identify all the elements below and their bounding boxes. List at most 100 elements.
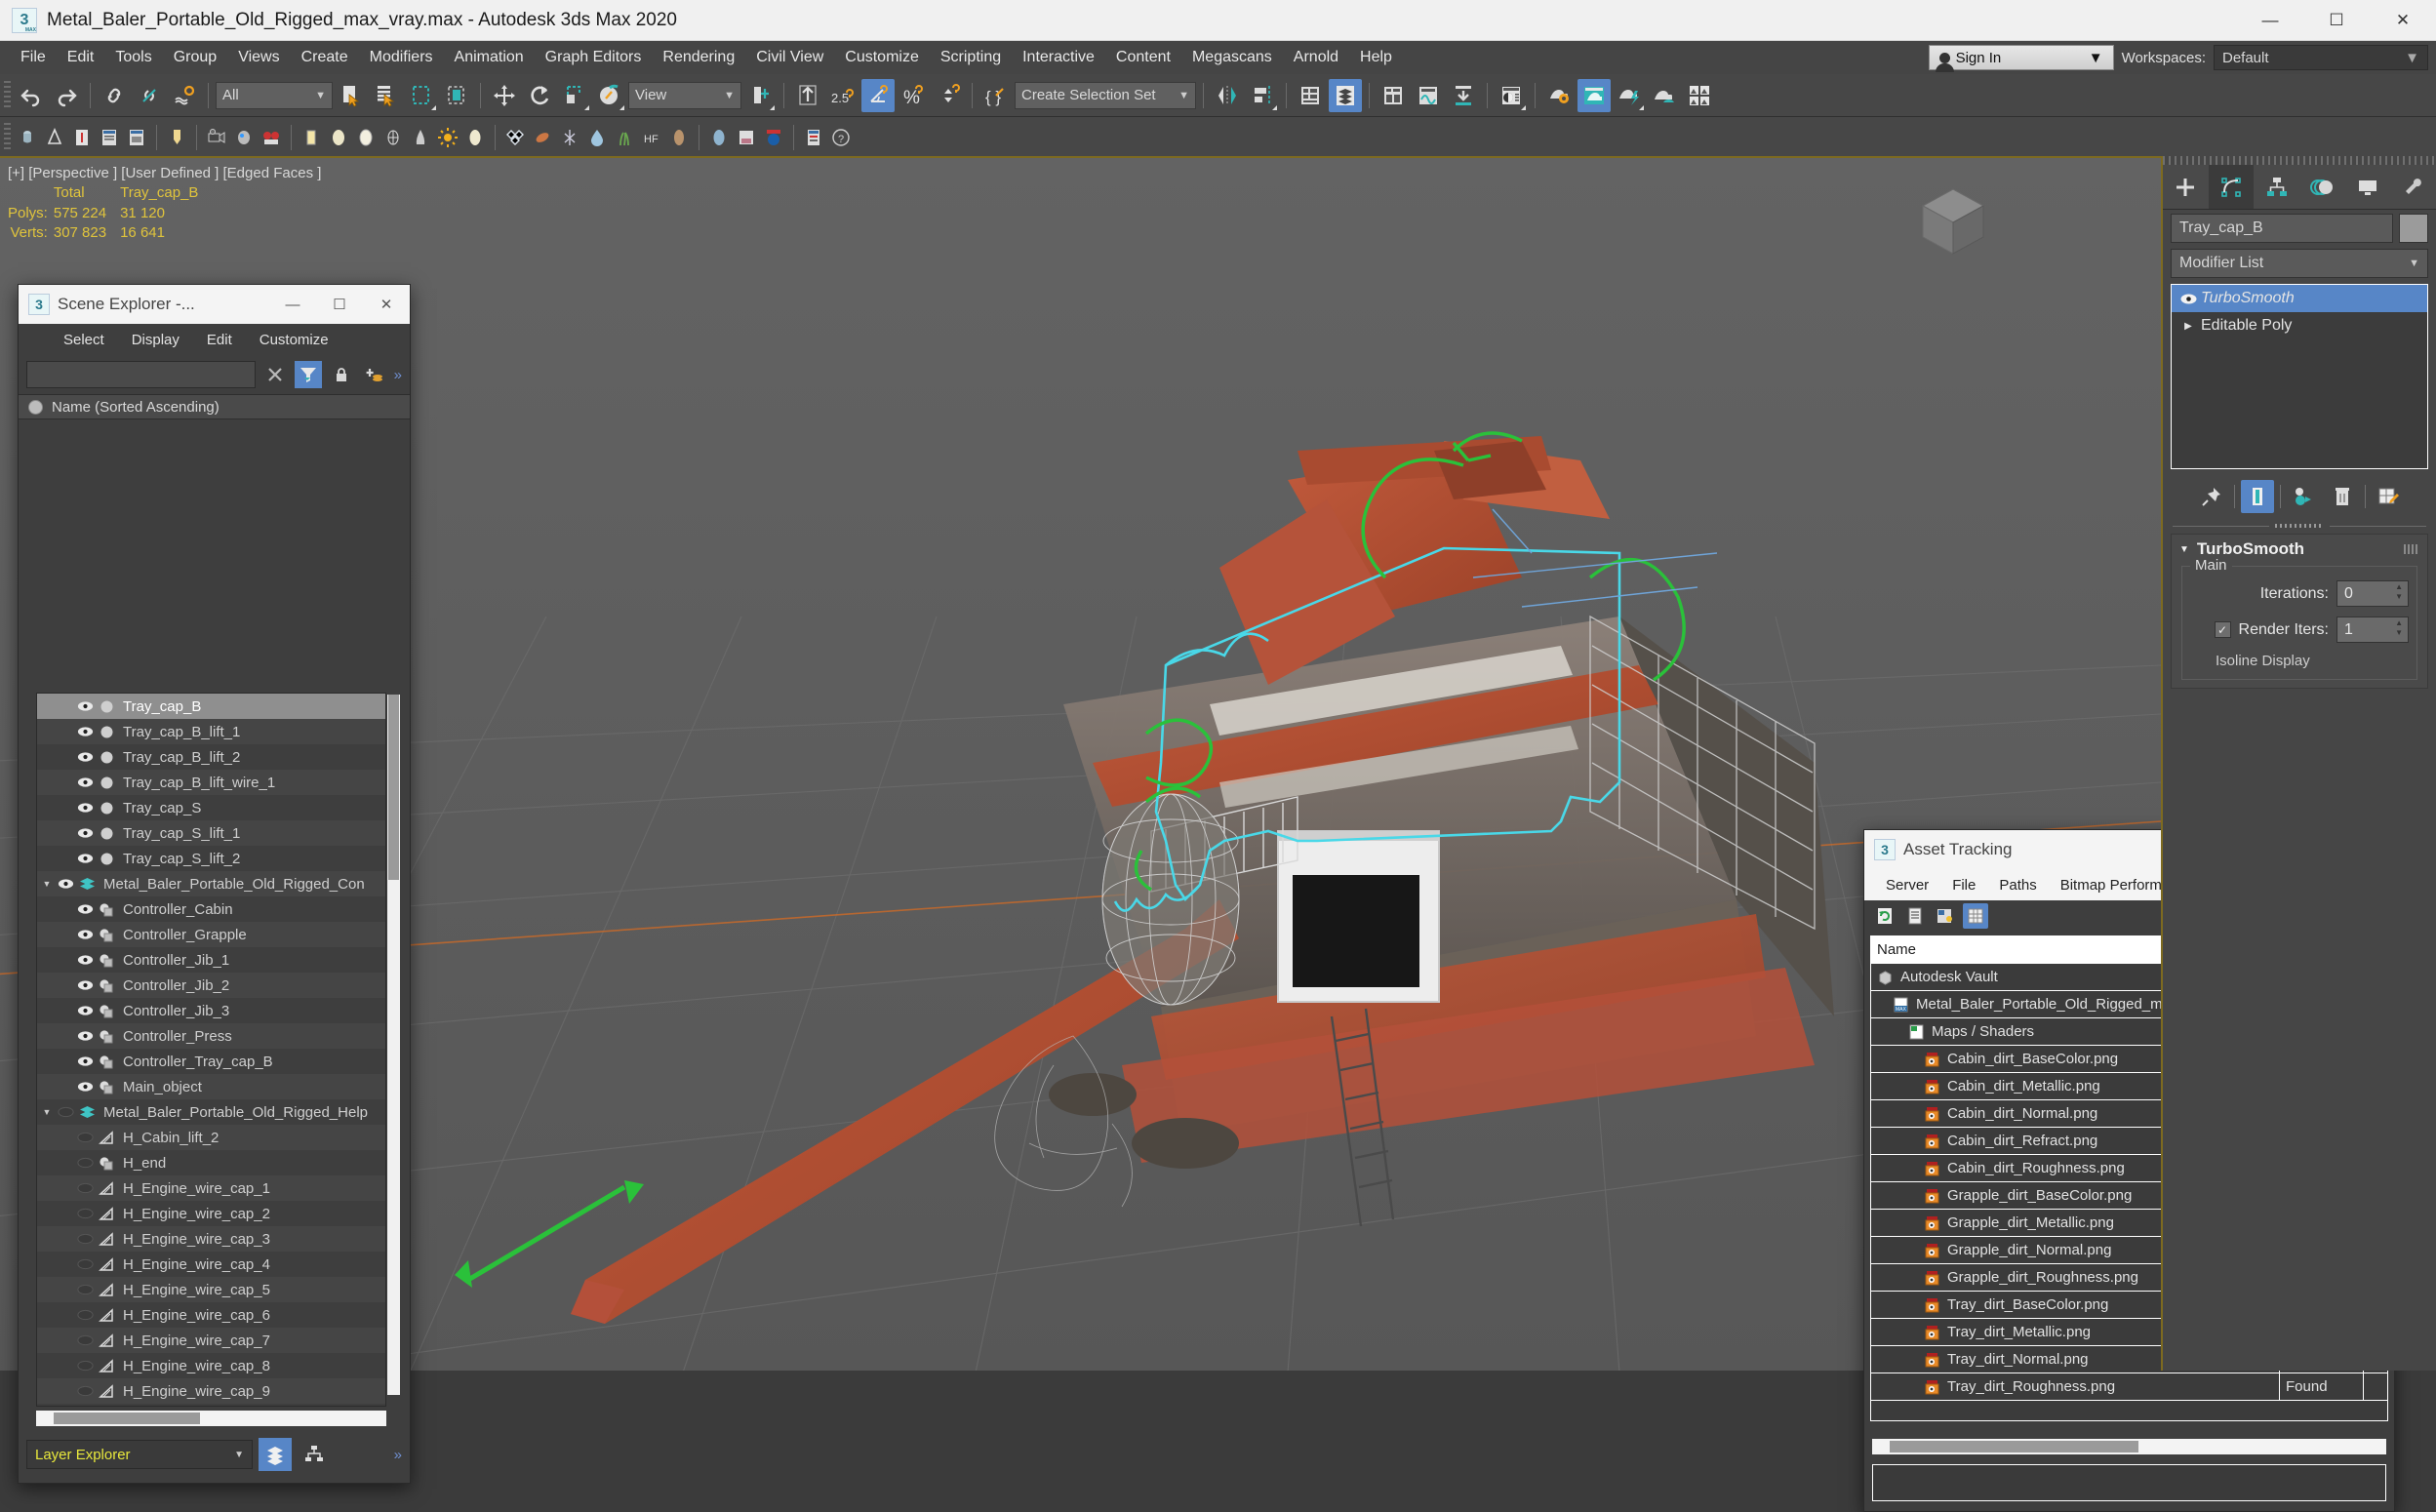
toolbar-grip[interactable] [4, 81, 11, 110]
filter-icon[interactable] [295, 361, 322, 388]
water-icon[interactable] [584, 125, 610, 150]
nurbs-objects-icon[interactable] [124, 125, 149, 150]
object-color-swatch[interactable] [2399, 214, 2428, 243]
percent-snap-toggle-icon[interactable]: % [897, 79, 930, 112]
megascans-browser-icon[interactable] [801, 125, 826, 150]
menu-views[interactable]: Views [227, 45, 290, 70]
visibility-toggle-icon[interactable] [74, 1208, 96, 1219]
scene-explorer-list[interactable]: Tray_cap_BTray_cap_B_lift_1Tray_cap_B_li… [36, 693, 386, 1407]
render-activeshade-icon[interactable] [1648, 79, 1681, 112]
se-menu-display[interactable]: Display [120, 330, 191, 350]
menu-scripting[interactable]: Scripting [930, 45, 1012, 70]
visibility-toggle-icon[interactable] [74, 1055, 96, 1067]
modifier-stack[interactable]: TurboSmooth ▶ Editable Poly [2171, 284, 2428, 469]
se-menu-select[interactable]: Select [52, 330, 116, 350]
align-icon[interactable] [1246, 79, 1279, 112]
named-selection-set-combo[interactable]: Create Selection Set ▼ [1015, 82, 1196, 109]
particle-systems-icon[interactable] [69, 125, 95, 150]
grid-view-icon[interactable] [1963, 903, 1988, 929]
select-and-link-icon[interactable] [98, 79, 131, 112]
material-editor-icon[interactable] [1495, 79, 1528, 112]
visibility-toggle-icon[interactable] [74, 776, 96, 788]
visibility-toggle-icon[interactable] [74, 700, 96, 712]
visibility-toggle-icon[interactable] [74, 954, 96, 966]
visibility-toggle-icon[interactable] [74, 802, 96, 814]
select-and-rotate-icon[interactable] [523, 79, 556, 112]
compound-objects-icon[interactable] [97, 125, 122, 150]
mirror-icon[interactable] [1211, 79, 1244, 112]
systems-icon[interactable] [557, 125, 582, 150]
spinner-snap-toggle-icon[interactable] [932, 79, 965, 112]
scrollbar-thumb[interactable] [1890, 1441, 2138, 1452]
scrollbar-thumb[interactable] [54, 1413, 200, 1424]
layer-explorer-select[interactable]: Layer Explorer ▼ [26, 1440, 253, 1469]
expand-triangle-icon[interactable]: ▼ [39, 1107, 55, 1117]
list-view-icon[interactable] [1902, 903, 1928, 929]
visibility-toggle-icon[interactable] [74, 979, 96, 991]
select-object-icon[interactable] [335, 79, 368, 112]
asset-tracking-row[interactable]: Tray_dirt_Roughness.pngFound [1871, 1373, 2387, 1401]
scene-explorer-hscrollbar[interactable] [36, 1411, 386, 1426]
tab-modify[interactable] [2209, 165, 2255, 209]
menu-animation[interactable]: Animation [444, 45, 535, 70]
scene-explorer-column-header[interactable]: Name (Sorted Ascending) [19, 394, 410, 419]
fur-object-icon[interactable] [666, 125, 692, 150]
menu-graph-editors[interactable]: Graph Editors [535, 45, 653, 70]
make-unique-icon[interactable] [2287, 480, 2320, 513]
select-and-manipulate-icon[interactable] [791, 79, 824, 112]
scene-explorer-row[interactable]: Tray_cap_S [37, 795, 385, 820]
scene-explorer-row[interactable]: ▼Metal_Baler_Portable_Old_Rigged_Con [37, 871, 385, 896]
visibility-toggle-icon[interactable] [74, 1258, 96, 1270]
space-warps-icon[interactable] [502, 125, 528, 150]
scene-explorer-row[interactable]: Controller_Jib_1 [37, 947, 385, 973]
visibility-toggle-icon[interactable] [74, 1233, 96, 1245]
iterations-spinner[interactable]: 0 ▲▼ [2336, 580, 2409, 607]
tab-motion[interactable] [2299, 165, 2345, 209]
reference-coordinate-select[interactable]: View ▼ [628, 82, 741, 109]
overflow-chevron-icon[interactable]: » [394, 367, 402, 383]
hair-and-fur-icon[interactable]: HF [639, 125, 664, 150]
sign-in-button[interactable]: Sign In ▼ [1929, 45, 2114, 70]
menu-megascans[interactable]: Megascans [1181, 45, 1283, 70]
scene-explorer-row[interactable]: Controller_Jib_3 [37, 998, 385, 1023]
visibility-toggle-icon[interactable] [74, 1005, 96, 1016]
visibility-toggle-icon[interactable] [74, 1284, 96, 1295]
render-setup-icon[interactable] [1542, 79, 1576, 112]
remove-modifier-icon[interactable] [2326, 480, 2359, 513]
visibility-toggle-icon[interactable] [74, 853, 96, 864]
vray-light-icon[interactable] [462, 125, 488, 150]
select-by-name-icon[interactable] [370, 79, 403, 112]
scene-explorer-row[interactable]: Tray_cap_B [37, 694, 385, 719]
scene-explorer-row[interactable]: Controller_Press [37, 1023, 385, 1049]
scene-explorer-row[interactable]: ▼Metal_Baler_Portable_Old_Rigged_Help [37, 1099, 385, 1125]
helper-objects-icon[interactable] [530, 125, 555, 150]
maximize-button[interactable]: ☐ [2303, 0, 2370, 41]
configure-modifier-sets-icon[interactable] [2372, 480, 2405, 513]
scene-explorer-row[interactable]: H_Engine_wire_cap_3 [37, 1226, 385, 1252]
scene-explorer-row[interactable]: H_Engine_wire_cap_1 [37, 1175, 385, 1201]
layer-view-toggle[interactable] [259, 1438, 292, 1471]
unlink-selection-icon[interactable] [133, 79, 166, 112]
redo-icon[interactable] [50, 79, 83, 112]
target-camera-icon[interactable] [259, 125, 284, 150]
se-menu-edit[interactable]: Edit [195, 330, 244, 350]
scene-explorer-row[interactable]: H_Cabin_lift_2 [37, 1125, 385, 1150]
grass-icon[interactable] [612, 125, 637, 150]
scene-explorer-row[interactable]: H_Engine_wire_cap_5 [37, 1277, 385, 1302]
close-button[interactable]: ✕ [2370, 0, 2436, 41]
at-menu-server[interactable]: Server [1874, 874, 1940, 896]
expand-triangle-icon[interactable]: ▶ [2176, 321, 2201, 332]
select-and-scale-icon[interactable] [558, 79, 591, 112]
area-light-icon[interactable] [353, 125, 379, 150]
menu-civil-view[interactable]: Civil View [745, 45, 834, 70]
vray-sphere-icon[interactable] [761, 125, 786, 150]
show-end-result-icon[interactable] [2241, 480, 2274, 513]
refresh-icon[interactable] [1872, 903, 1897, 929]
directional-light-icon[interactable] [408, 125, 433, 150]
visibility-toggle-icon[interactable] [74, 1081, 96, 1093]
omni-light-icon[interactable] [326, 125, 351, 150]
toolbar-grip[interactable] [4, 123, 11, 152]
visibility-toggle-icon[interactable] [74, 1182, 96, 1194]
visibility-toggle-icon[interactable] [74, 1334, 96, 1346]
menu-file[interactable]: File [10, 45, 57, 70]
